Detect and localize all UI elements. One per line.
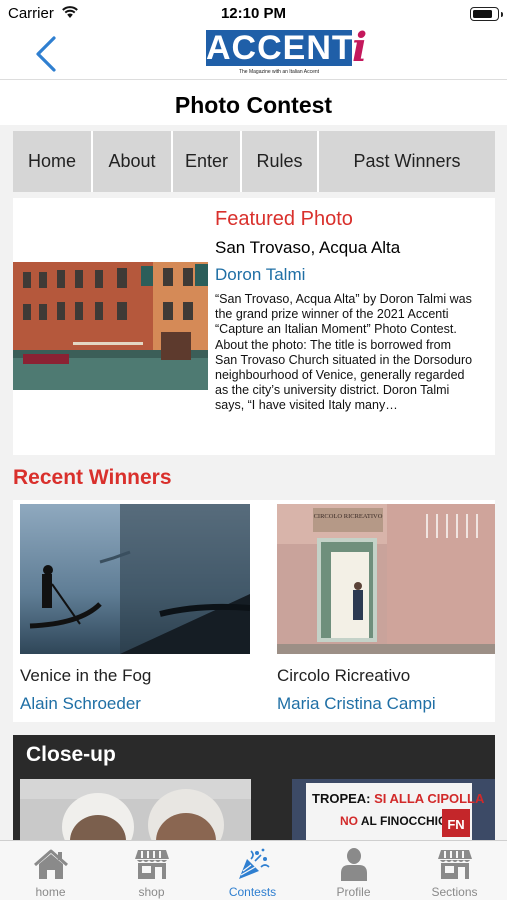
tabbar-label: shop (138, 885, 165, 899)
logo-tagline: The Magazine with an Italian Accent (238, 69, 320, 75)
recent-winners-list: Venice in the Fog Alain Schroeder CIRCOL… (13, 500, 495, 722)
svg-text:TROPEA: SI ALLA CIPOLLA: TROPEA: SI ALLA CIPOLLA (312, 791, 485, 806)
closeup-photo-image[interactable] (20, 779, 251, 845)
featured-title[interactable]: San Trovaso, Acqua Alta (215, 238, 400, 258)
tabbar-item-sections[interactable]: Sections (404, 841, 505, 900)
tabbar-label: Sections (431, 885, 478, 899)
home-icon (34, 849, 68, 879)
winner-title[interactable]: Circolo Ricreativo (277, 666, 410, 686)
battery-level (473, 10, 492, 18)
bottom-tab-bar: home shop Contests Profile Sections (0, 840, 507, 900)
tab-rules[interactable]: Rules (242, 131, 319, 192)
recent-winners-heading: Recent Winners (13, 466, 172, 489)
back-chevron-icon[interactable] (28, 34, 68, 74)
featured-kicker: Featured Photo (215, 208, 353, 230)
featured-author[interactable]: Doron Talmi (215, 265, 305, 285)
tabbar-label: Profile (336, 885, 371, 899)
logo-i: i (352, 24, 368, 71)
nav-bar: ACCENT i The Magazine with an Italian Ac… (0, 24, 507, 80)
closeup-heading: Close-up (26, 743, 116, 766)
sections-icon (438, 850, 472, 879)
tab-about[interactable]: About (93, 131, 173, 192)
shop-icon (135, 850, 169, 879)
banner-text-no: NO (340, 814, 361, 828)
tabbar-label: home (35, 885, 66, 899)
logo-wordmark: ACCENT (206, 29, 354, 67)
winner-photo-image[interactable]: CIRCOLO RICREATIVO (277, 504, 495, 654)
profile-icon (341, 848, 367, 881)
featured-photo-image[interactable] (13, 262, 208, 390)
tab-past-winners[interactable]: Past Winners (319, 131, 495, 192)
status-time: 12:10 PM (220, 5, 287, 22)
closeup-section: Close-up TROPEA: SI ALLA CIPOLLA NO AL F… (13, 735, 495, 845)
featured-photo-card[interactable]: Featured Photo San Trovaso, Acqua Alta D… (13, 198, 495, 455)
tab-home[interactable]: Home (13, 131, 93, 192)
tabbar-label: Contests (228, 885, 277, 899)
winner-author[interactable]: Alain Schroeder (20, 694, 141, 714)
contest-tabs: Home About Enter Rules Past Winners (13, 131, 495, 192)
svg-text:NO AL FINOCCHIO !: NO AL FINOCCHIO ! (340, 814, 455, 828)
battery-icon (470, 7, 503, 21)
accenti-logo: ACCENT i The Magazine with an Italian Ac… (206, 24, 367, 78)
winner-photo-image[interactable] (20, 504, 250, 654)
tabbar-item-shop[interactable]: shop (101, 841, 202, 900)
winner-title[interactable]: Venice in the Fog (20, 666, 151, 686)
tabbar-item-home[interactable]: home (0, 841, 101, 900)
winner-card[interactable]: Venice in the Fog Alain Schroeder (20, 500, 250, 722)
tab-enter[interactable]: Enter (173, 131, 242, 192)
status-bar: Carrier 12:10 PM (0, 0, 507, 28)
winner-author[interactable]: Maria Cristina Campi (277, 694, 436, 714)
closeup-photo-image[interactable]: TROPEA: SI ALLA CIPOLLA NO AL FINOCCHIO … (292, 779, 495, 845)
tabbar-item-profile[interactable]: Profile (303, 841, 404, 900)
winner-card[interactable]: CIRCOLO RICREATIVO Circolo Ricreativo Ma… (277, 500, 495, 722)
banner-text-cipolla: SI ALLA CIPOLLA (374, 791, 485, 806)
contests-icon (239, 848, 270, 879)
banner-text-finocchio: AL FINOCCHIO ! (361, 814, 455, 828)
banner-text-tropea: TROPEA: (312, 791, 374, 806)
featured-excerpt: “San Trovaso, Acqua Alta” by Doron Talmi… (215, 292, 473, 413)
winner-sign-text: CIRCOLO RICREATIVO (314, 513, 383, 520)
banner-badge: FN (447, 817, 464, 832)
tabbar-item-contests[interactable]: Contests (202, 841, 303, 900)
page-title: Photo Contest (174, 92, 333, 118)
